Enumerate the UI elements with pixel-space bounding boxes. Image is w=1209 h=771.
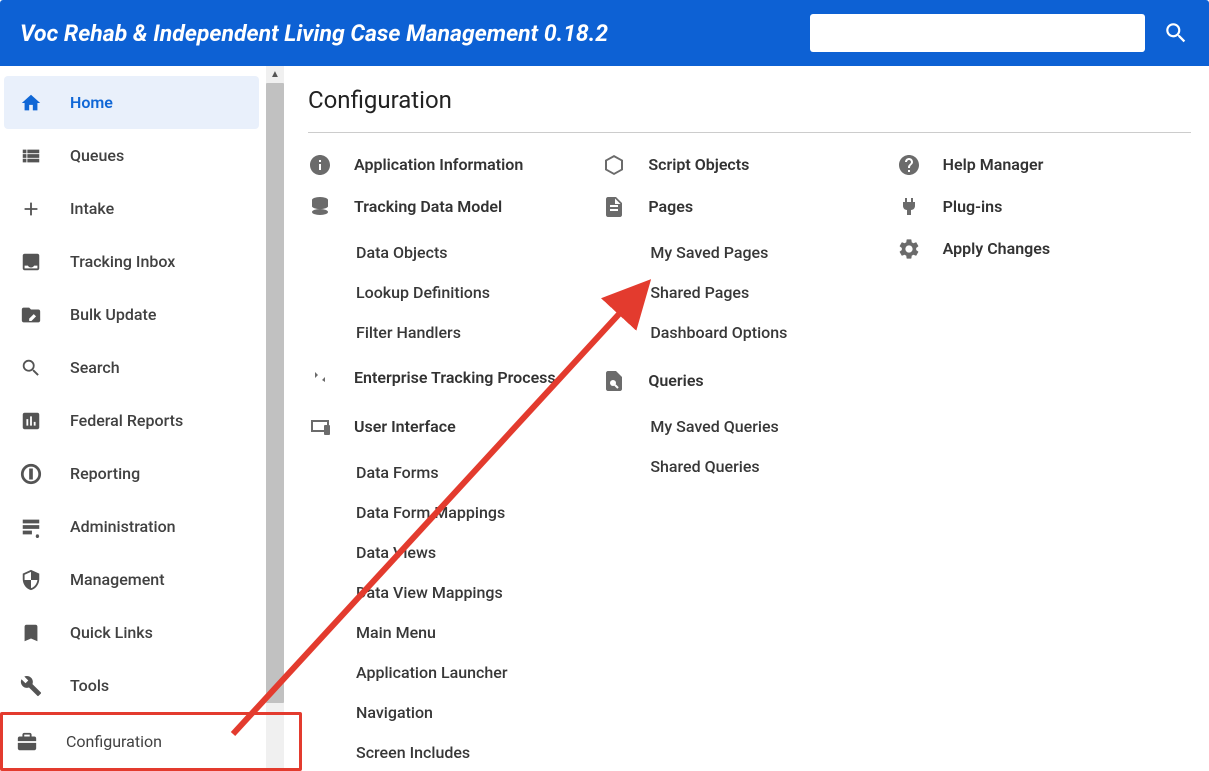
inbox-icon: [20, 251, 48, 273]
app-title: Voc Rehab & Independent Living Case Mana…: [20, 20, 810, 47]
toolbox-icon: [16, 731, 44, 753]
shield-icon: [20, 569, 48, 591]
config-screen-includes[interactable]: Screen Includes: [354, 733, 602, 771]
config-data-form-mappings[interactable]: Data Form Mappings: [354, 493, 602, 533]
config-apply-changes[interactable]: Apply Changes: [943, 235, 1191, 263]
config-enterprise-tracking[interactable]: Enterprise Tracking Process: [354, 367, 602, 389]
sidebar-item-management[interactable]: Management: [4, 553, 259, 606]
sidebar-item-label: Intake: [70, 199, 114, 218]
sidebar-item-tools[interactable]: Tools: [4, 659, 259, 712]
sidebar-item-label: Quick Links: [70, 623, 153, 642]
config-data-forms[interactable]: Data Forms: [354, 453, 602, 493]
sidebar-item-label: Home: [70, 93, 113, 112]
sidebar-item-home[interactable]: Home: [4, 76, 259, 129]
plug-icon: [897, 193, 943, 219]
config-tracking-data-model[interactable]: Tracking Data Model: [354, 193, 602, 221]
devices-icon: [308, 413, 354, 439]
config-pages[interactable]: Pages: [648, 193, 896, 221]
server-icon: [20, 516, 48, 538]
reporting-icon: [20, 463, 48, 485]
search-input[interactable]: [810, 14, 1145, 52]
scrollbar[interactable]: ▲: [266, 66, 284, 771]
sidebar-item-label: Configuration: [66, 732, 162, 751]
sidebar: Home Queues Intake Tracking Inbox Bulk U…: [0, 66, 290, 771]
config-lookup-definitions[interactable]: Lookup Definitions: [354, 273, 602, 313]
help-icon: [897, 151, 943, 177]
config-plugins[interactable]: Plug-ins: [943, 193, 1191, 221]
queues-icon: [20, 145, 48, 167]
page-icon: [602, 193, 648, 219]
config-help-manager[interactable]: Help Manager: [943, 151, 1191, 179]
config-queries[interactable]: Queries: [648, 367, 896, 395]
search-icon: [20, 357, 48, 379]
sidebar-item-tracking-inbox[interactable]: Tracking Inbox: [4, 235, 259, 288]
config-application-launcher[interactable]: Application Launcher: [354, 653, 602, 693]
config-main-menu[interactable]: Main Menu: [354, 613, 602, 653]
config-data-objects[interactable]: Data Objects: [354, 233, 602, 273]
config-user-interface[interactable]: User Interface: [354, 413, 602, 441]
sidebar-item-label: Tracking Inbox: [70, 252, 175, 271]
config-navigation[interactable]: Navigation: [354, 693, 602, 733]
main-content: Configuration Application Information Tr…: [290, 66, 1209, 771]
sidebar-item-label: Queues: [70, 146, 124, 165]
sidebar-item-queues[interactable]: Queues: [4, 129, 259, 182]
sidebar-item-label: Search: [70, 358, 120, 377]
sidebar-item-configuration[interactable]: Configuration: [0, 712, 302, 771]
wrench-icon: [20, 675, 48, 697]
scrollbar-thumb[interactable]: [266, 83, 284, 703]
config-script-objects[interactable]: Script Objects: [648, 151, 896, 179]
sidebar-item-federal-reports[interactable]: Federal Reports: [4, 394, 259, 447]
config-shared-pages[interactable]: Shared Pages: [648, 273, 896, 313]
config-my-saved-pages[interactable]: My Saved Pages: [648, 233, 896, 273]
plus-icon: [20, 198, 48, 220]
page-title: Configuration: [308, 86, 1191, 133]
config-dashboard-options[interactable]: Dashboard Options: [648, 313, 896, 353]
sidebar-item-label: Management: [70, 570, 165, 589]
config-shared-queries[interactable]: Shared Queries: [648, 447, 896, 487]
config-data-view-mappings[interactable]: Data View Mappings: [354, 573, 602, 613]
config-data-views[interactable]: Data Views: [354, 533, 602, 573]
sidebar-item-bulk-update[interactable]: Bulk Update: [4, 288, 259, 341]
scrollbar-up-arrow[interactable]: ▲: [266, 66, 284, 83]
search-icon[interactable]: [1163, 20, 1189, 46]
info-icon: [308, 151, 354, 177]
sidebar-item-label: Bulk Update: [70, 305, 156, 324]
sidebar-item-search[interactable]: Search: [4, 341, 259, 394]
process-icon: [308, 367, 354, 393]
app-header: Voc Rehab & Independent Living Case Mana…: [0, 0, 1209, 66]
edit-folder-icon: [20, 304, 48, 326]
sidebar-item-quick-links[interactable]: Quick Links: [4, 606, 259, 659]
bookmark-icon: [20, 622, 48, 644]
sidebar-item-administration[interactable]: Administration: [4, 500, 259, 553]
sidebar-item-intake[interactable]: Intake: [4, 182, 259, 235]
config-my-saved-queries[interactable]: My Saved Queries: [648, 407, 896, 447]
config-filter-handlers[interactable]: Filter Handlers: [354, 313, 602, 353]
query-icon: [602, 367, 648, 393]
chart-icon: [20, 410, 48, 432]
sidebar-item-reporting[interactable]: Reporting: [4, 447, 259, 500]
sidebar-item-label: Tools: [70, 676, 109, 695]
home-icon: [20, 92, 48, 114]
sidebar-item-label: Reporting: [70, 464, 140, 483]
cube-icon: [602, 151, 648, 177]
sidebar-item-label: Federal Reports: [70, 411, 183, 430]
gear-icon: [897, 235, 943, 261]
database-icon: [308, 193, 354, 219]
config-app-info[interactable]: Application Information: [354, 151, 602, 179]
sidebar-item-label: Administration: [70, 517, 176, 536]
